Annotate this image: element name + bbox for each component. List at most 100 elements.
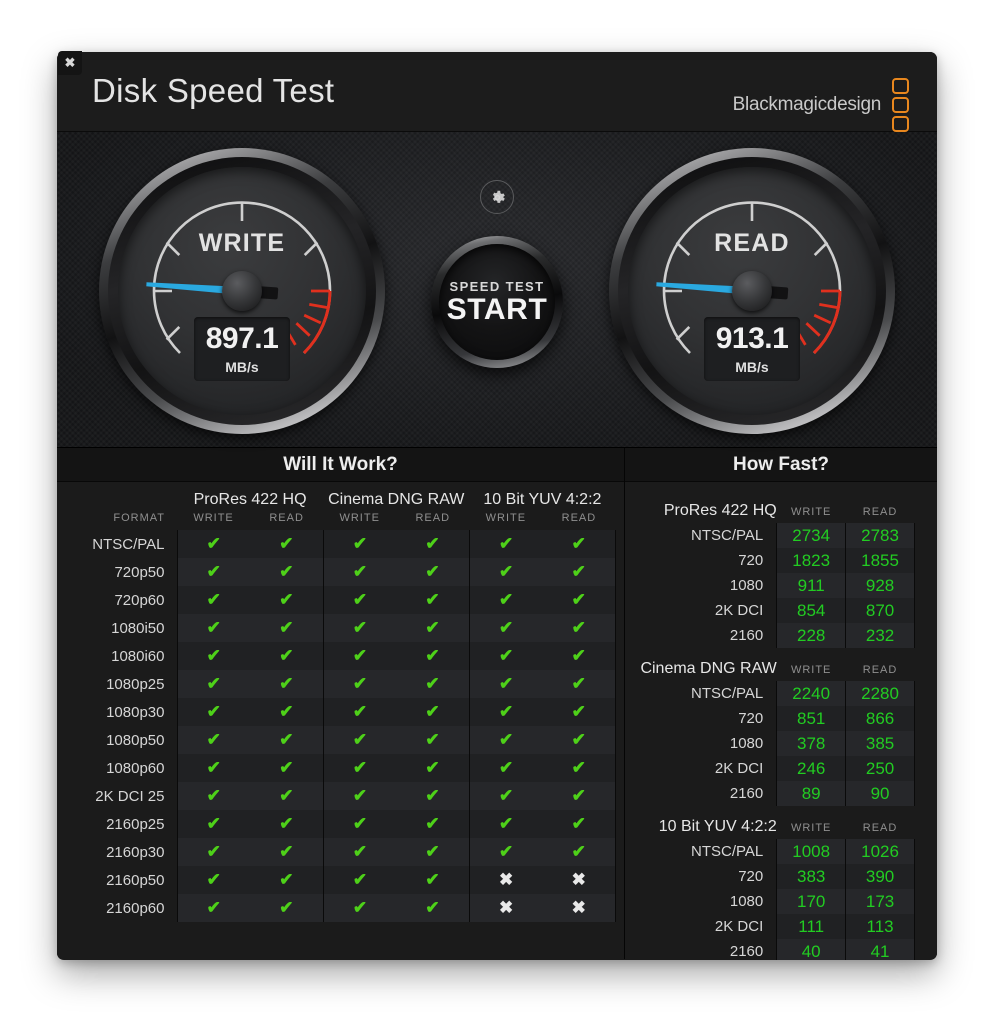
brand: Blackmagicdesign [733,78,909,132]
format-label: 2K DCI 25 [95,787,165,805]
supported-check-icon: ✔ [542,698,617,726]
write-speed-value: 854 [776,598,847,623]
subheader-read: READ [269,512,304,524]
supported-check-icon: ✔ [176,838,251,866]
how-fast-section-header: Cinema DNG RAW WRITE READ [639,648,915,681]
table-row: 2K DCI 111 113 [639,914,915,939]
supported-check-icon: ✔ [250,558,324,586]
supported-check-icon: ✔ [176,754,251,782]
write-speed-value: 111 [776,914,847,939]
supported-check-icon: ✔ [468,698,543,726]
format-label: 1080p30 [106,703,165,721]
read-speed-value: 232 [845,623,915,648]
supported-check-icon: ✔ [396,894,470,922]
title-bar: Disk Speed Test Blackmagicdesign [57,52,937,132]
resolution-label: 2K DCI [714,602,764,619]
close-window-button[interactable]: ✖ [58,51,82,75]
table-row: 1080i50 ✔ ✔ ✔ ✔ ✔ ✔ [65,614,617,642]
supported-check-icon: ✔ [542,782,617,810]
supported-check-icon: ✔ [176,614,251,642]
subheader-write: WRITE [790,822,832,834]
supported-check-icon: ✔ [542,810,617,838]
how-fast-panel: How Fast? ProRes 422 HQ WRITE READ NTSC/PAL… [625,448,937,960]
read-value-box: 913.1 MB/s [704,317,800,381]
group-header-yuv: 10 Bit YUV 4:2:2 [483,491,602,508]
supported-check-icon: ✔ [468,558,543,586]
read-speed-value: 1026 [845,839,915,864]
supported-check-icon: ✔ [176,642,251,670]
read-needle-hub [732,271,772,311]
app-window: Disk Speed Test Blackmagicdesign WRITE 8… [57,52,937,960]
resolution-label: 1080 [729,735,764,752]
table-row: 1080p25 ✔ ✔ ✔ ✔ ✔ ✔ [65,670,617,698]
start-button-label: START [446,292,548,326]
settings-button[interactable] [480,180,514,214]
supported-check-icon: ✔ [176,698,251,726]
supported-check-icon: ✔ [542,754,617,782]
write-value-box: 897.1 MB/s [194,317,290,381]
supported-check-icon: ✔ [396,810,470,838]
supported-check-icon: ✔ [542,838,617,866]
write-speed-value: 228 [776,623,847,648]
supported-check-icon: ✔ [468,810,543,838]
read-speed-value: 866 [845,706,915,731]
supported-check-icon: ✔ [250,642,324,670]
read-speed-value: 928 [845,573,915,598]
table-row: 1080 170 173 [639,889,915,914]
format-label: 2160p60 [106,899,165,917]
table-row: 2160p25 ✔ ✔ ✔ ✔ ✔ ✔ [65,810,617,838]
supported-check-icon: ✔ [396,782,470,810]
unsupported-cross-icon: ✖ [468,894,543,922]
write-speed-value: 40 [776,939,847,960]
read-gauge: READ 913.1 MB/s [609,148,895,434]
start-button-sublabel: SPEED TEST [449,278,545,294]
subheader-write: WRITE [485,512,527,524]
supported-check-icon: ✔ [396,558,470,586]
supported-check-icon: ✔ [322,614,397,642]
supported-check-icon: ✔ [542,558,617,586]
table-row: 720 383 390 [639,864,915,889]
write-speed-value: 911 [776,573,847,598]
will-it-work-title: Will It Work? [57,448,624,482]
write-gauge: WRITE 897.1 MB/s [99,148,385,434]
write-speed-value: 170 [776,889,847,914]
supported-check-icon: ✔ [250,782,324,810]
gauge-face: WRITE 897.1 MB/s [118,167,366,415]
supported-check-icon: ✔ [322,810,397,838]
format-label: 720p50 [114,563,165,581]
write-speed-value: 246 [776,756,847,781]
how-fast-section-header: 10 Bit YUV 4:2:2 WRITE READ [639,806,915,839]
section-name: Cinema DNG RAW [640,660,777,677]
table-row: 2160 89 90 [639,781,915,806]
supported-check-icon: ✔ [250,530,324,558]
supported-check-icon: ✔ [322,838,397,866]
subheader-write: WRITE [193,512,234,524]
supported-check-icon: ✔ [250,726,324,754]
how-fast-section-header: ProRes 422 HQ WRITE READ [639,490,915,523]
table-row: 2K DCI 25 ✔ ✔ ✔ ✔ ✔ ✔ [65,782,617,810]
read-speed-value: 113 [845,914,915,939]
write-speed-value: 1823 [776,548,847,573]
table-row: NTSC/PAL 2734 2783 [639,523,915,548]
speed-test-start-button[interactable]: SPEED TEST START [431,236,563,368]
read-speed-value: 870 [845,598,915,623]
group-header-prores: ProRes 422 HQ [193,491,307,508]
supported-check-icon: ✔ [468,726,543,754]
format-label: 1080i50 [111,619,165,637]
subheader-read: READ [561,512,597,524]
supported-check-icon: ✔ [176,726,251,754]
supported-check-icon: ✔ [542,642,617,670]
supported-check-icon: ✔ [468,586,543,614]
format-label: 1080p50 [106,731,165,749]
table-row: 1080i60 ✔ ✔ ✔ ✔ ✔ ✔ [65,642,617,670]
supported-check-icon: ✔ [250,670,324,698]
resolution-label: 720 [738,710,764,727]
supported-check-icon: ✔ [176,894,251,922]
format-label: 2160p50 [106,871,165,889]
supported-check-icon: ✔ [250,838,324,866]
supported-check-icon: ✔ [250,866,324,894]
resolution-label: 1080 [729,893,764,910]
format-label: NTSC/PAL [92,535,165,553]
write-speed-value: 2240 [776,681,847,706]
supported-check-icon: ✔ [468,838,543,866]
